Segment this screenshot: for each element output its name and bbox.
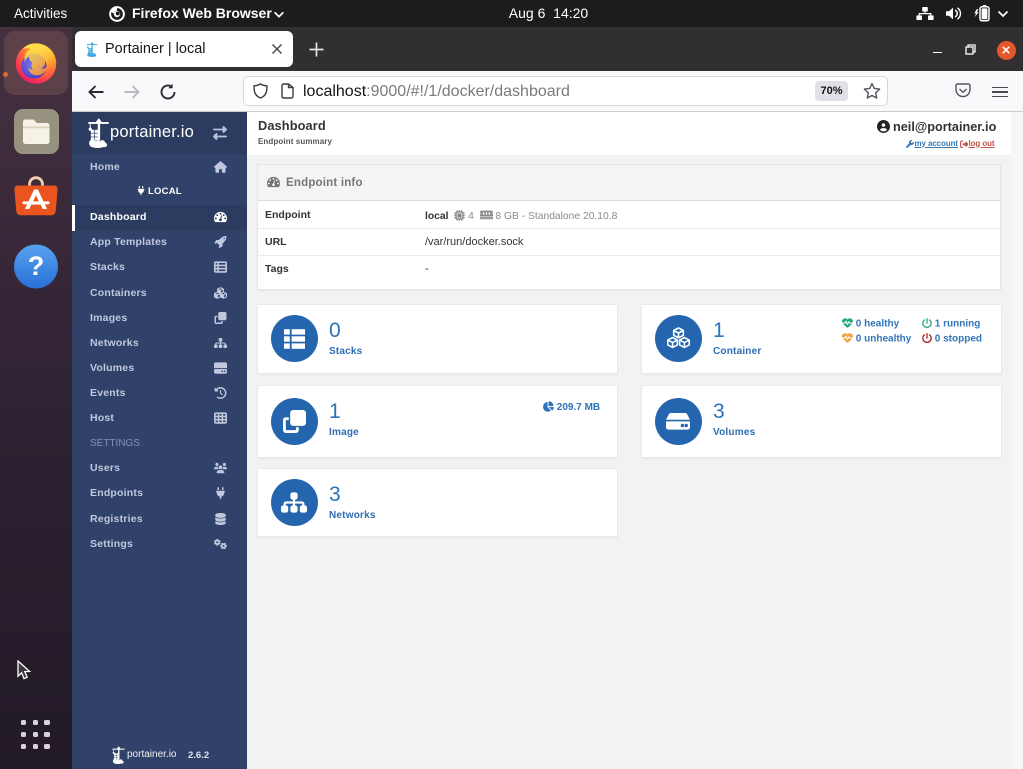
svg-text:?: ? [28, 251, 45, 281]
